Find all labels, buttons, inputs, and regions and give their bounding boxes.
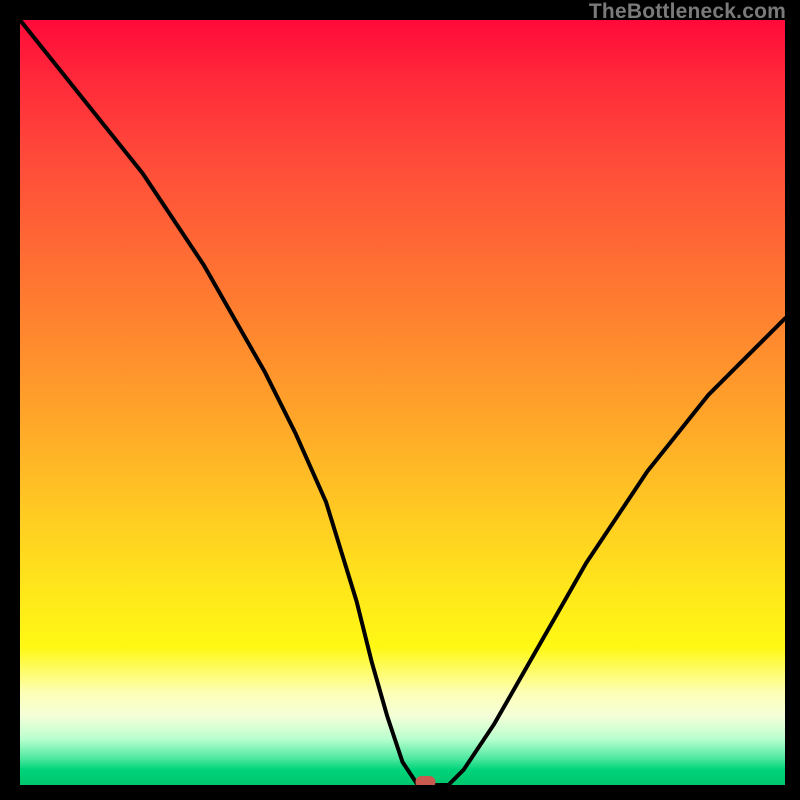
plot-area — [20, 20, 785, 785]
curve-svg — [20, 20, 785, 785]
bottleneck-curve-path — [20, 20, 785, 785]
minimum-marker — [416, 776, 436, 785]
chart-frame: TheBottleneck.com — [0, 0, 800, 800]
